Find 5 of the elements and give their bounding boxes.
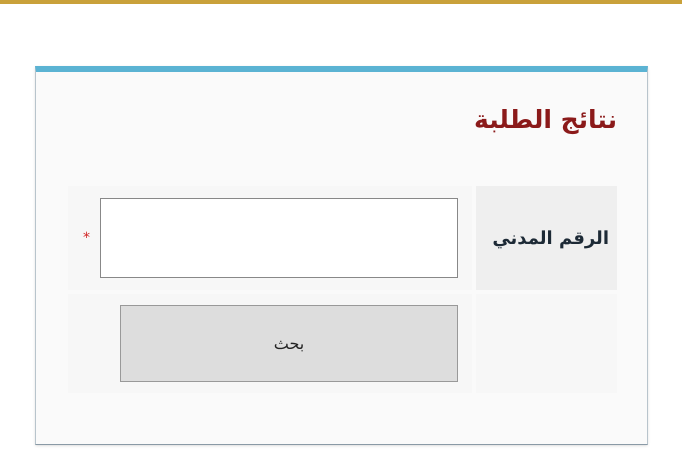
- search-button[interactable]: بحث: [120, 305, 458, 382]
- required-mark: *: [83, 228, 90, 248]
- civil-number-field[interactable]: [100, 198, 458, 278]
- field-label: الرقم المدني: [476, 186, 617, 290]
- page-title: نتائج الطلبة: [473, 104, 617, 136]
